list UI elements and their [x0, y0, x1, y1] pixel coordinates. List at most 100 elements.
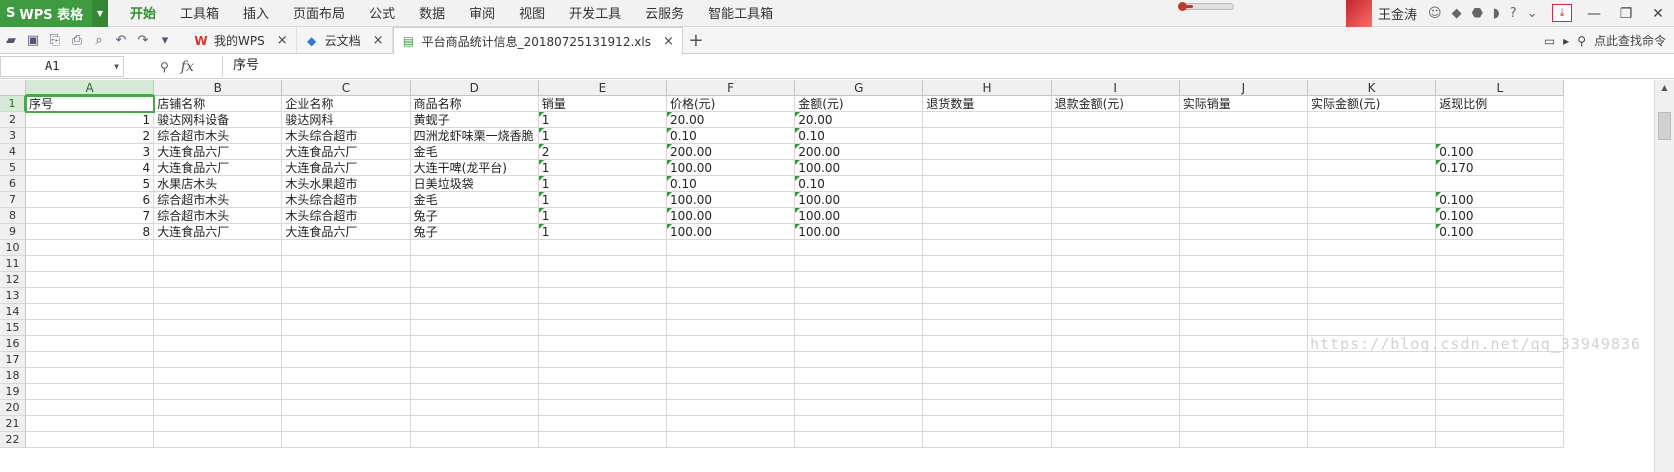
cell-D20[interactable] — [410, 400, 539, 416]
cell-I17[interactable] — [1051, 352, 1180, 368]
cell-J15[interactable] — [1179, 320, 1308, 336]
cell-H9[interactable] — [923, 224, 1052, 240]
cell-D3[interactable]: 四洲龙虾味栗一烧香脆 — [410, 128, 539, 144]
cell-L1[interactable]: 返现比例 — [1436, 96, 1565, 112]
cell-A16[interactable] — [26, 336, 155, 352]
cell-B13[interactable] — [154, 288, 283, 304]
cell-L22[interactable] — [1436, 432, 1565, 448]
cell-F22[interactable] — [667, 432, 796, 448]
row-header[interactable]: 9 — [0, 224, 26, 240]
cell-I22[interactable] — [1051, 432, 1180, 448]
cell-I20[interactable] — [1051, 400, 1180, 416]
document-tab[interactable]: ◆ 云文档 × — [297, 27, 393, 54]
cell-D9[interactable]: 兔子 — [410, 224, 539, 240]
cell-F4[interactable]: 200.00 — [667, 144, 796, 160]
menu-item[interactable]: 开始 — [118, 0, 168, 27]
cell-D22[interactable] — [410, 432, 539, 448]
row-header[interactable]: 8 — [0, 208, 26, 224]
cell-F18[interactable] — [667, 368, 796, 384]
chevron-down-icon[interactable]: ▾ — [156, 32, 174, 50]
cell-C18[interactable] — [282, 368, 411, 384]
cell-F10[interactable] — [667, 240, 796, 256]
scroll-up-icon[interactable]: ▲ — [1655, 80, 1674, 96]
cell-K5[interactable] — [1308, 160, 1437, 176]
column-header[interactable]: F — [667, 80, 796, 96]
cell-L3[interactable] — [1436, 128, 1565, 144]
cell-E1[interactable]: 销量 — [538, 96, 667, 112]
cell-G15[interactable] — [795, 320, 924, 336]
cell-A20[interactable] — [26, 400, 155, 416]
cell-E3[interactable]: 1 — [538, 128, 667, 144]
tab-label[interactable]: 云文档 — [325, 32, 361, 49]
cell-reference[interactable]: A1 — [45, 59, 59, 73]
cell-I1[interactable]: 退款金额(元) — [1051, 96, 1180, 112]
cell-A19[interactable] — [26, 384, 155, 400]
row-header[interactable]: 21 — [0, 416, 26, 432]
cell-H21[interactable] — [923, 416, 1052, 432]
cell-E16[interactable] — [538, 336, 667, 352]
cell-H13[interactable] — [923, 288, 1052, 304]
cell-C19[interactable] — [282, 384, 411, 400]
cell-H6[interactable] — [923, 176, 1052, 192]
download-icon[interactable]: ⤓ — [1552, 4, 1572, 22]
cell-J3[interactable] — [1179, 128, 1308, 144]
cell-F9[interactable]: 100.00 — [667, 224, 796, 240]
column-header[interactable]: G — [795, 80, 924, 96]
cell-A2[interactable]: 1 — [26, 112, 155, 128]
scroll-thumb[interactable] — [1658, 112, 1671, 140]
cell-G19[interactable] — [795, 384, 924, 400]
cell-F16[interactable] — [667, 336, 796, 352]
cell-D4[interactable]: 金毛 — [410, 144, 539, 160]
screen-icon[interactable]: ▭ — [1544, 34, 1555, 48]
cell-B14[interactable] — [154, 304, 283, 320]
menu-item[interactable]: 插入 — [231, 0, 281, 27]
cell-A22[interactable] — [26, 432, 155, 448]
cell-K13[interactable] — [1308, 288, 1437, 304]
row-header[interactable]: 22 — [0, 432, 26, 448]
row-header[interactable]: 4 — [0, 144, 26, 160]
cell-L17[interactable] — [1436, 352, 1565, 368]
cell-B1[interactable]: 店铺名称 — [154, 96, 283, 112]
cell-D6[interactable]: 日美垃圾袋 — [410, 176, 539, 192]
cell-J13[interactable] — [1179, 288, 1308, 304]
cell-C1[interactable]: 企业名称 — [282, 96, 411, 112]
cell-F19[interactable] — [667, 384, 796, 400]
cell-E15[interactable] — [538, 320, 667, 336]
cell-B3[interactable]: 综合超市木头 — [154, 128, 283, 144]
cell-F13[interactable] — [667, 288, 796, 304]
cell-G17[interactable] — [795, 352, 924, 368]
cell-E21[interactable] — [538, 416, 667, 432]
user-account[interactable]: 王金涛 — [1346, 0, 1417, 27]
cell-J18[interactable] — [1179, 368, 1308, 384]
print-preview-icon[interactable]: ⌕ — [90, 32, 108, 50]
cell-I9[interactable] — [1051, 224, 1180, 240]
cell-C12[interactable] — [282, 272, 411, 288]
restore-icon[interactable]: ❐ — [1610, 0, 1642, 27]
cell-C11[interactable] — [282, 256, 411, 272]
undo-icon[interactable]: ↶ — [112, 32, 130, 50]
cell-C20[interactable] — [282, 400, 411, 416]
row-header[interactable]: 10 — [0, 240, 26, 256]
cell-C14[interactable] — [282, 304, 411, 320]
cell-A11[interactable] — [26, 256, 155, 272]
cell-J19[interactable] — [1179, 384, 1308, 400]
menu-item[interactable]: 视图 — [507, 0, 557, 27]
cell-C21[interactable] — [282, 416, 411, 432]
menu-item[interactable]: 智能工具箱 — [696, 0, 785, 27]
cell-E17[interactable] — [538, 352, 667, 368]
cell-A4[interactable]: 3 — [26, 144, 155, 160]
cell-E6[interactable]: 1 — [538, 176, 667, 192]
function-icon[interactable]: fx — [181, 59, 194, 75]
cell-L18[interactable] — [1436, 368, 1565, 384]
cell-D17[interactable] — [410, 352, 539, 368]
cell-B17[interactable] — [154, 352, 283, 368]
cell-L2[interactable] — [1436, 112, 1565, 128]
cell-A1[interactable]: 序号 — [26, 96, 155, 112]
cell-C17[interactable] — [282, 352, 411, 368]
cell-C16[interactable] — [282, 336, 411, 352]
cell-K18[interactable] — [1308, 368, 1437, 384]
cell-H16[interactable] — [923, 336, 1052, 352]
cell-K15[interactable] — [1308, 320, 1437, 336]
cell-I12[interactable] — [1051, 272, 1180, 288]
cell-A12[interactable] — [26, 272, 155, 288]
